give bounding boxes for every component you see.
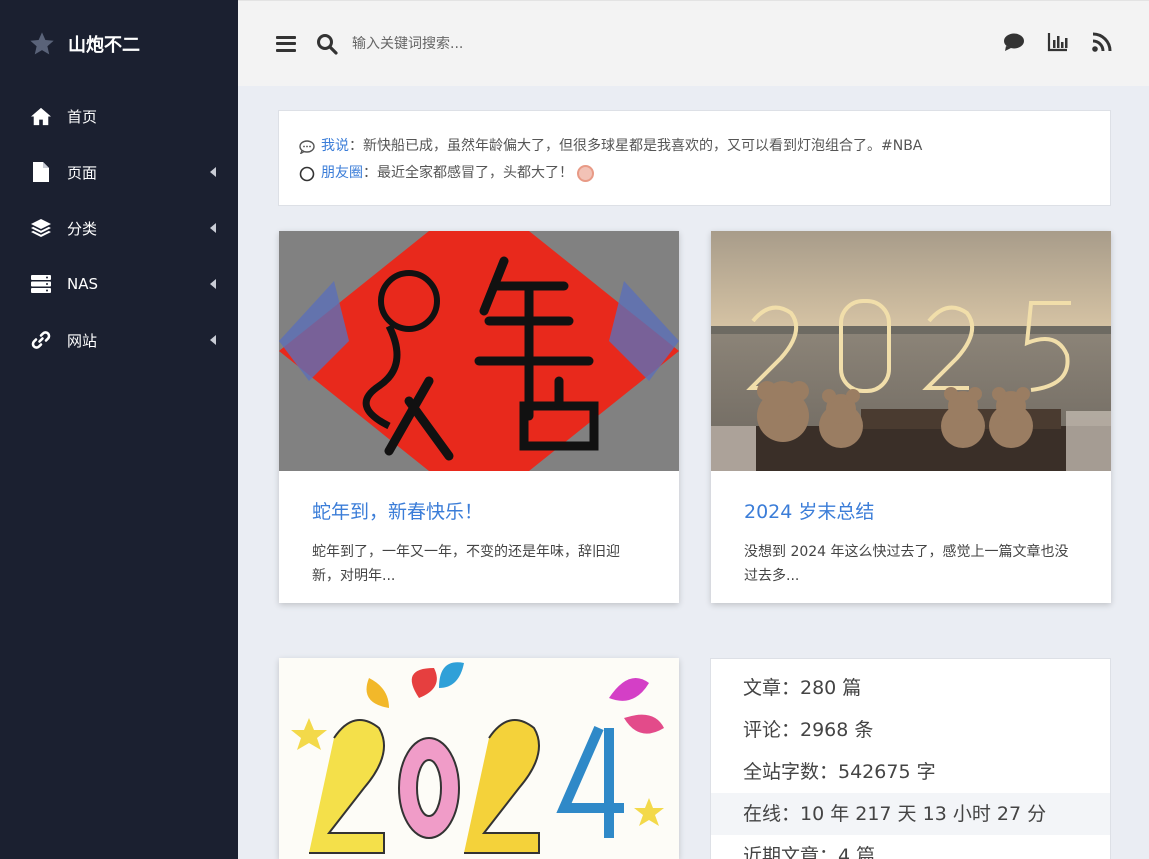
circle-icon xyxy=(299,166,315,181)
mask-face-emoji-icon xyxy=(577,165,594,182)
file-icon xyxy=(30,161,52,183)
sidebar-item-label: 页面 xyxy=(67,163,98,182)
rss-icon[interactable] xyxy=(1091,31,1113,53)
sidebar-item-categories[interactable]: 分类 xyxy=(0,200,238,256)
stat-comments: 评论：2968 条 xyxy=(743,719,874,741)
sidebar-item-pages[interactable]: 页面 xyxy=(0,144,238,200)
sidebar-item-label: NAS xyxy=(67,275,99,293)
stat-recent: 近期文章：4 篇 xyxy=(743,845,876,859)
post-card[interactable]: 蛇年到，新春快乐！ 蛇年到了，一年又一年，不变的还是年味，辞旧迎新，对明年... xyxy=(279,231,679,603)
caret-left-icon xyxy=(210,167,216,177)
post-title[interactable]: 蛇年到，新春快乐！ xyxy=(312,497,646,524)
menu-toggle-button[interactable] xyxy=(276,34,296,54)
caret-left-icon xyxy=(210,335,216,345)
notice-label-say[interactable]: 我说 xyxy=(321,133,349,160)
stat-words: 全站字数：542675 字 xyxy=(743,761,936,783)
chart-icon[interactable] xyxy=(1047,31,1069,53)
notice-line-moments: 朋友圈 ：最近全家都感冒了，头都大了！ xyxy=(299,160,1110,187)
sidebar: 山炮不二 首页 页面 分类 NAS 网站 xyxy=(0,0,238,859)
post-card[interactable]: 2024 岁末总结 没想到 2024 年这么快过去了，感觉上一篇文章也没过去多.… xyxy=(711,231,1111,603)
post-card[interactable] xyxy=(279,658,679,859)
notice-text-say: ：新快船已成，虽然年龄偏大了，但很多球星都是我喜欢的，又可以看到灯泡组合了。#N… xyxy=(349,138,923,154)
star-icon xyxy=(30,32,54,55)
caret-left-icon xyxy=(210,223,216,233)
sidebar-item-home[interactable]: 首页 xyxy=(0,88,238,144)
layers-icon xyxy=(30,217,52,239)
search-input[interactable] xyxy=(352,35,852,52)
post-thumbnail-spring-festival[interactable] xyxy=(279,231,679,471)
top-header xyxy=(238,0,1149,86)
comment-icon[interactable] xyxy=(1003,31,1025,53)
site-stats-widget: 页面：4 页 文章：280 篇 评论：2968 条 全站字数：542675 字 … xyxy=(710,658,1111,859)
caret-left-icon xyxy=(210,279,216,289)
stat-pages: 页面：4 页 xyxy=(711,659,1110,667)
post-excerpt: 没想到 2024 年这么快过去了，感觉上一篇文章也没过去多... xyxy=(744,544,1069,584)
post-title[interactable]: 2024 岁末总结 xyxy=(744,497,1078,524)
site-name: 山炮不二 xyxy=(68,35,140,56)
post-excerpt: 蛇年到了，一年又一年，不变的还是年味，辞旧迎新，对明年... xyxy=(312,544,620,584)
brand[interactable]: 山炮不二 xyxy=(0,0,238,88)
comment-dots-icon xyxy=(299,139,315,154)
sidebar-item-label: 首页 xyxy=(67,107,98,126)
sidebar-item-websites[interactable]: 网站 xyxy=(0,312,238,368)
home-icon xyxy=(30,105,52,127)
sidebar-item-nas[interactable]: NAS xyxy=(0,256,238,312)
stat-articles: 文章：280 篇 xyxy=(743,677,862,699)
notice-label-moments[interactable]: 朋友圈 xyxy=(321,160,363,187)
notice-box: 我说 ：新快船已成，虽然年龄偏大了，但很多球星都是我喜欢的，又可以看到灯泡组合了… xyxy=(278,110,1111,206)
notice-text-moments: ：最近全家都感冒了，头都大了！ xyxy=(363,165,573,181)
notice-line-say: 我说 ：新快船已成，虽然年龄偏大了，但很多球星都是我喜欢的，又可以看到灯泡组合了… xyxy=(299,133,1110,160)
sidebar-item-label: 网站 xyxy=(67,331,98,350)
stat-online: 在线：10 年 217 天 13 小时 27 分 xyxy=(711,793,1110,835)
server-icon xyxy=(30,273,52,295)
sidebar-item-label: 分类 xyxy=(67,219,98,238)
post-thumbnail-year-end[interactable] xyxy=(711,231,1111,471)
post-thumbnail-2024-drawing[interactable] xyxy=(279,658,679,859)
link-icon xyxy=(30,329,52,351)
search-icon[interactable] xyxy=(316,33,338,55)
